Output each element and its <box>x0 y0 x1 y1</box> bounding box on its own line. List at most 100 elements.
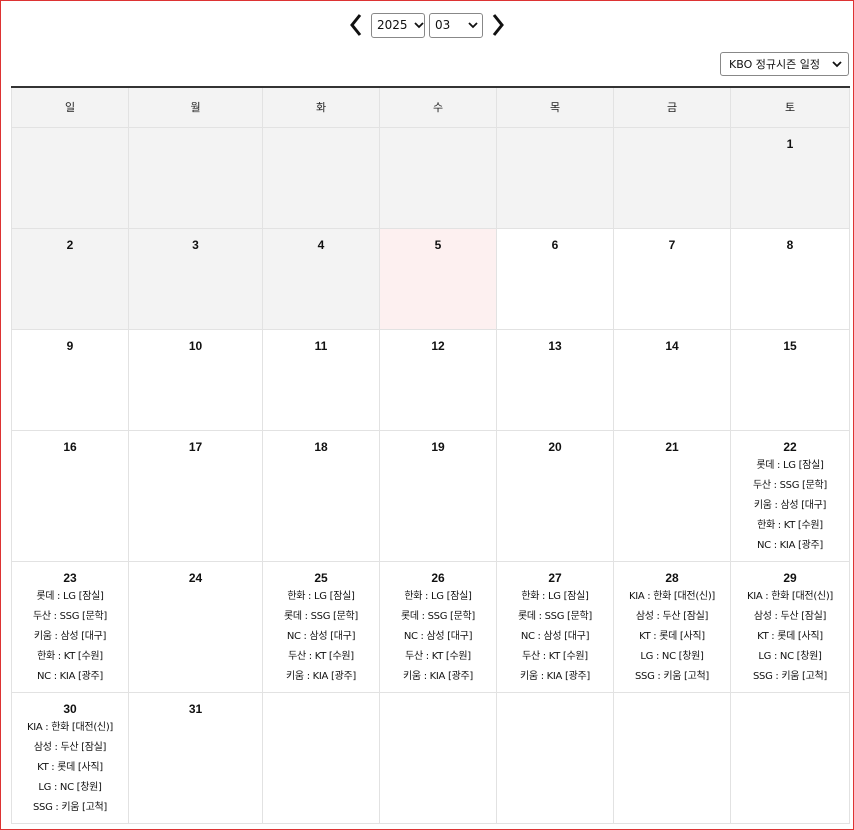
day-cell[interactable]: 29 KIA : 한화 [대전(신)] 삼성 : 두산 [잠실] KT : 롯데 [사… <box>730 560 850 693</box>
game-entry[interactable]: 삼성 : 두산 [잠실] <box>12 738 128 758</box>
game-entry[interactable]: LG : NC [창원] <box>731 647 849 667</box>
day-cell[interactable]: 12 <box>379 328 497 431</box>
game-entry[interactable]: NC : 삼성 [대구] <box>263 627 379 647</box>
empty-day-cell <box>379 126 497 229</box>
game-entry[interactable]: 롯데 : SSG [문학] <box>497 607 613 627</box>
game-entry[interactable]: 두산 : SSG [문학] <box>12 607 128 627</box>
day-cell[interactable]: 7 <box>613 227 731 330</box>
day-cell[interactable]: 11 <box>262 328 380 431</box>
game-entry[interactable]: 한화 : LG [잠실] <box>497 587 613 607</box>
day-cell[interactable]: 22 롯데 : LG [잠실] 두산 : SSG [문학] 키움 : 삼성 [대구] 한… <box>730 429 850 562</box>
game-entry[interactable]: 두산 : KT [수원] <box>263 647 379 667</box>
game-list: 한화 : LG [잠실] 롯데 : SSG [문학] NC : 삼성 [대구] 두산 … <box>380 587 496 687</box>
game-entry[interactable]: 한화 : LG [잠실] <box>380 587 496 607</box>
day-number <box>12 137 128 151</box>
game-entry[interactable]: NC : 삼성 [대구] <box>380 627 496 647</box>
game-entry[interactable]: NC : KIA [광주] <box>12 667 128 687</box>
day-cell[interactable]: 2 <box>11 227 129 330</box>
game-list: 한화 : LG [잠실] 롯데 : SSG [문학] NC : 삼성 [대구] 두산 … <box>263 587 379 687</box>
day-cell[interactable]: 19 <box>379 429 497 562</box>
prev-month-button[interactable] <box>345 11 367 39</box>
game-entry[interactable]: 한화 : LG [잠실] <box>263 587 379 607</box>
day-cell[interactable]: 3 <box>128 227 263 330</box>
day-cell[interactable]: 10 <box>128 328 263 431</box>
schedule-type-value: KBO 정규시즌 일정 <box>729 58 820 71</box>
game-entry[interactable]: LG : NC [창원] <box>614 647 730 667</box>
weekday-header-sat: 토 <box>730 86 850 128</box>
game-entry[interactable]: 키움 : 삼성 [대구] <box>12 627 128 647</box>
day-cell[interactable]: 24 <box>128 560 263 693</box>
day-cell[interactable]: 21 <box>613 429 731 562</box>
weekday-header-tue: 화 <box>262 86 380 128</box>
day-cell[interactable]: 31 <box>128 691 263 824</box>
game-entry[interactable]: KIA : 한화 [대전(신)] <box>731 587 849 607</box>
empty-day-cell <box>262 691 380 824</box>
game-entry[interactable]: 키움 : KIA [광주] <box>497 667 613 687</box>
week-row: 30 KIA : 한화 [대전(신)] 삼성 : 두산 [잠실] KT : 롯데 [사… <box>11 691 850 824</box>
day-cell[interactable]: 4 <box>262 227 380 330</box>
day-number: 5 <box>434 237 442 252</box>
game-entry[interactable]: KT : 롯데 [사직] <box>731 627 849 647</box>
game-entry[interactable]: SSG : 키움 [고척] <box>12 798 128 818</box>
day-cell[interactable]: 26 한화 : LG [잠실] 롯데 : SSG [문학] NC : 삼성 [대구] 두… <box>379 560 497 693</box>
day-cell[interactable]: 28 KIA : 한화 [대전(신)] 삼성 : 두산 [잠실] KT : 롯데 [사… <box>613 560 731 693</box>
game-entry[interactable]: 롯데 : LG [잠실] <box>731 456 849 476</box>
day-cell[interactable]: 30 KIA : 한화 [대전(신)] 삼성 : 두산 [잠실] KT : 롯데 [사… <box>11 691 129 824</box>
schedule-type-select[interactable]: KBO 정규시즌 일정 <box>720 52 849 76</box>
game-entry[interactable]: SSG : 키움 [고척] <box>731 667 849 687</box>
game-entry[interactable]: 키움 : KIA [광주] <box>263 667 379 687</box>
game-entry[interactable]: 롯데 : LG [잠실] <box>12 587 128 607</box>
day-cell[interactable]: 20 <box>496 429 614 562</box>
year-select[interactable]: 2025 <box>371 12 425 38</box>
game-entry[interactable]: 두산 : KT [수원] <box>380 647 496 667</box>
game-entry[interactable]: 롯데 : SSG [문학] <box>263 607 379 627</box>
game-entry[interactable]: 삼성 : 두산 [잠실] <box>731 607 849 627</box>
game-entry[interactable]: 두산 : SSG [문학] <box>731 476 849 496</box>
game-entry[interactable]: LG : NC [창원] <box>12 778 128 798</box>
game-entry[interactable]: 롯데 : SSG [문학] <box>380 607 496 627</box>
day-cell[interactable]: 14 <box>613 328 731 431</box>
day-cell[interactable]: 13 <box>496 328 614 431</box>
game-entry[interactable]: KIA : 한화 [대전(신)] <box>614 587 730 607</box>
day-cell[interactable]: 8 <box>730 227 850 330</box>
day-number: 30 <box>63 701 77 716</box>
game-list: KIA : 한화 [대전(신)] 삼성 : 두산 [잠실] KT : 롯데 [사직]… <box>731 587 849 687</box>
month-select[interactable]: 03 <box>429 12 483 38</box>
game-entry[interactable]: 삼성 : 두산 [잠실] <box>614 607 730 627</box>
day-cell[interactable]: 25 한화 : LG [잠실] 롯데 : SSG [문학] NC : 삼성 [대구] 두… <box>262 560 380 693</box>
day-number: 14 <box>665 338 679 353</box>
game-entry[interactable]: NC : 삼성 [대구] <box>497 627 613 647</box>
day-cell[interactable]: 27 한화 : LG [잠실] 롯데 : SSG [문학] NC : 삼성 [대구] 두… <box>496 560 614 693</box>
game-entry[interactable]: 키움 : KIA [광주] <box>380 667 496 687</box>
empty-day-cell <box>128 126 263 229</box>
game-entry[interactable]: KT : 롯데 [사직] <box>614 627 730 647</box>
game-entry[interactable]: KT : 롯데 [사직] <box>12 758 128 778</box>
year-select-value: 2025 <box>377 18 408 32</box>
day-cell[interactable]: 18 <box>262 429 380 562</box>
day-cell[interactable]: 17 <box>128 429 263 562</box>
day-number: 23 <box>63 570 77 585</box>
next-month-button[interactable] <box>487 11 509 39</box>
game-entry[interactable]: SSG : 키움 [고척] <box>614 667 730 687</box>
day-cell[interactable]: 9 <box>11 328 129 431</box>
day-number <box>497 702 613 716</box>
day-cell[interactable]: 1 <box>730 126 850 229</box>
game-entry[interactable]: 두산 : KT [수원] <box>497 647 613 667</box>
day-cell[interactable]: 16 <box>11 429 129 562</box>
day-cell[interactable]: 23 롯데 : LG [잠실] 두산 : SSG [문학] 키움 : 삼성 [대구] 한… <box>11 560 129 693</box>
day-cell[interactable]: 6 <box>496 227 614 330</box>
game-entry[interactable]: 한화 : KT [수원] <box>12 647 128 667</box>
game-entry[interactable]: 한화 : KT [수원] <box>731 516 849 536</box>
day-cell[interactable]: 5 <box>379 227 497 330</box>
day-number: 11 <box>314 338 328 353</box>
calendar-table: 일월화수목금토 1 2 3 4 5 6 7 8 9 10 11 12 13 14 15 16 17 18 19 20 2… <box>11 86 850 824</box>
day-number: 26 <box>431 570 445 585</box>
chevron-right-icon <box>492 14 504 36</box>
game-list: KIA : 한화 [대전(신)] 삼성 : 두산 [잠실] KT : 롯데 [사직]… <box>614 587 730 687</box>
chevron-down-icon <box>413 21 424 29</box>
game-entry[interactable]: KIA : 한화 [대전(신)] <box>12 718 128 738</box>
game-entry[interactable]: NC : KIA [광주] <box>731 536 849 556</box>
empty-day-cell <box>11 126 129 229</box>
game-entry[interactable]: 키움 : 삼성 [대구] <box>731 496 849 516</box>
day-cell[interactable]: 15 <box>730 328 850 431</box>
